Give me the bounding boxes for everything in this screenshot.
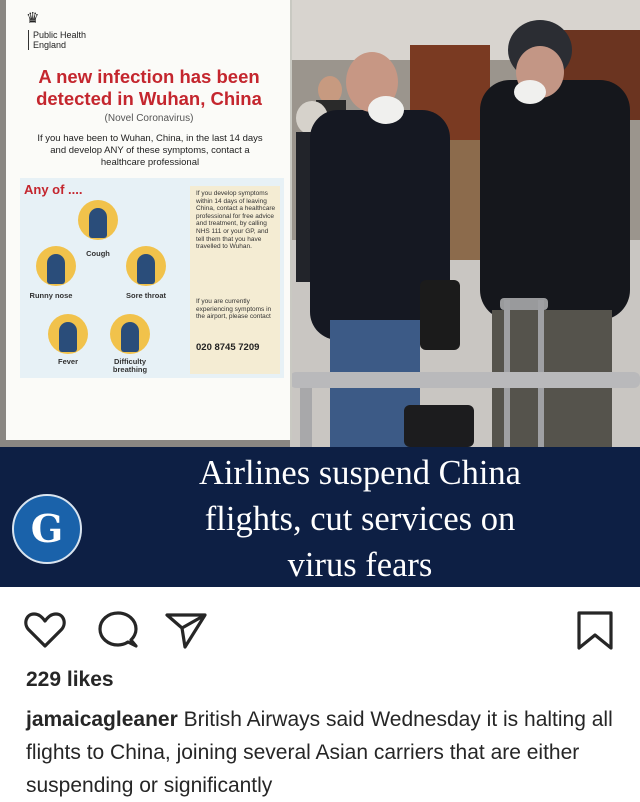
cough-icon xyxy=(78,200,118,240)
fever-icon xyxy=(48,314,88,354)
post-actions-bar xyxy=(0,600,640,658)
bookmark-icon xyxy=(577,611,613,650)
poster-headline: A new infection has been detected in Wuh… xyxy=(36,66,262,109)
any-of-label: Any of .... xyxy=(24,182,83,197)
symptoms-panel: Any of .... Cough Runny nose Sore throat… xyxy=(20,178,284,378)
poster-subheadline: (Novel Coronavirus) xyxy=(104,113,194,124)
sore-throat-icon xyxy=(126,246,166,286)
banner-headline: Airlines suspend China flights, cut serv… xyxy=(199,454,521,584)
post-image[interactable]: ♛ Public Health England A new infection … xyxy=(0,0,640,447)
symptom-label: Sore throat xyxy=(125,291,166,300)
airport-advice-text: If you are currently experiencing sympto… xyxy=(196,298,272,321)
symptom-label: Fever xyxy=(57,357,78,366)
poster-intro: If you have been to Wuhan, China, in the… xyxy=(37,133,263,168)
save-button[interactable] xyxy=(572,608,618,652)
organization-name: Public Health England xyxy=(28,30,133,50)
health-poster: ♛ Public Health England A new infection … xyxy=(6,0,292,440)
advice-box: If you develop symptoms within 14 days o… xyxy=(190,186,280,374)
share-button[interactable] xyxy=(163,608,209,652)
symptom-label: Difficulty breathing xyxy=(112,357,148,374)
like-button[interactable] xyxy=(22,608,68,652)
symptom-label: Runny nose xyxy=(29,291,73,300)
symptom-label: Cough xyxy=(86,249,110,258)
runny-nose-icon xyxy=(36,246,76,286)
post-caption: jamaicagleaner British Airways said Wedn… xyxy=(26,703,630,802)
crest-icon: ♛ xyxy=(26,10,40,27)
likes-count[interactable]: 229 likes xyxy=(26,668,114,692)
comment-icon xyxy=(98,611,138,648)
comment-button[interactable] xyxy=(95,608,141,652)
caption-username[interactable]: jamaicagleaner xyxy=(26,708,178,731)
gleaner-logo: G xyxy=(12,494,82,564)
heart-icon xyxy=(24,612,66,648)
advice-text: If you develop symptoms within 14 days o… xyxy=(196,190,276,251)
phone-number: 020 8745 7209 xyxy=(196,342,260,353)
paper-plane-icon xyxy=(165,613,207,649)
difficulty-breathing-icon xyxy=(110,314,150,354)
